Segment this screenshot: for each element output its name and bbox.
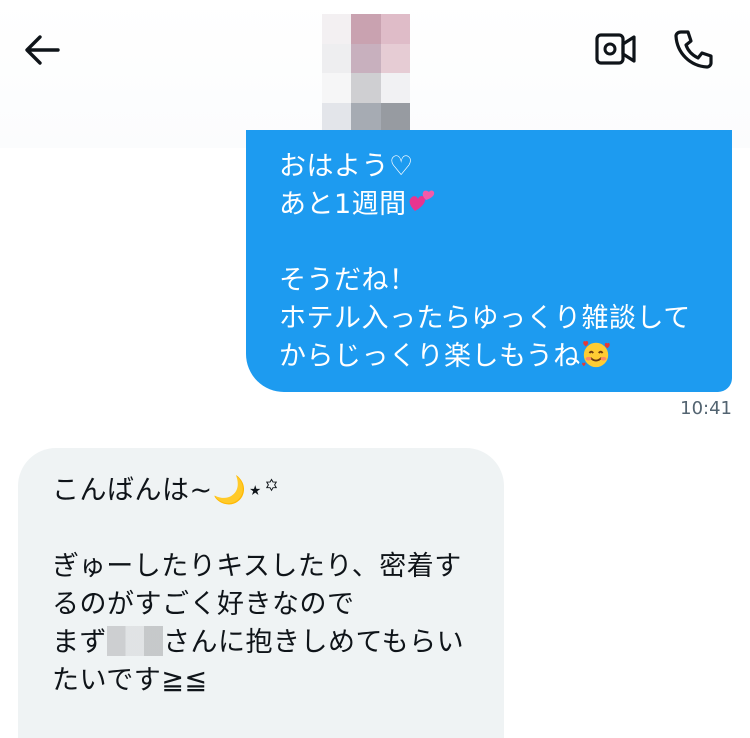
avatar-pixel xyxy=(351,102,381,132)
message-line: まず さんに抱きしめてもらい xyxy=(52,626,465,658)
avatar-pixel xyxy=(380,43,410,73)
smiling-face-with-hearts-icon xyxy=(581,341,610,368)
message-line: あと1週間 xyxy=(279,186,708,224)
avatar-pixel xyxy=(351,43,381,73)
outgoing-message-bubble[interactable]: おはよう♡ あと1週間 そうだね！ ホテル入ったらゆっくり雑談してからじっくり楽しも… xyxy=(246,130,732,392)
avatar-pixel xyxy=(380,73,410,103)
video-call-button[interactable] xyxy=(588,24,644,74)
message-line: こんばんは~🌙⋆꙳ xyxy=(52,475,280,506)
phone-icon xyxy=(674,30,713,69)
avatar-pixel xyxy=(322,102,352,132)
two-hearts-icon xyxy=(409,190,434,211)
message-line: おはよう♡ xyxy=(279,151,414,182)
video-camera-icon xyxy=(595,33,636,65)
avatar-pixel xyxy=(380,14,410,44)
message-line xyxy=(279,224,708,262)
message-line: ホテル入ったらゆっくり雑談して xyxy=(279,303,691,334)
contact-avatar[interactable] xyxy=(322,14,410,132)
voice-call-button[interactable] xyxy=(666,22,720,76)
avatar-pixel xyxy=(322,43,352,73)
message-line: ぎゅーしたりキスしたり、密着す xyxy=(52,551,462,582)
message-line: たいです≧≦ xyxy=(52,665,208,696)
avatar-pixel xyxy=(380,102,410,132)
message-timestamp: 10:41 xyxy=(680,398,732,419)
message-line: るのがすごく好きなので xyxy=(52,589,355,620)
censored-name xyxy=(107,626,163,656)
avatar-pixel xyxy=(322,14,352,44)
conversation-header xyxy=(0,0,750,148)
avatar-pixel xyxy=(351,14,381,44)
message-line: そうだね！ xyxy=(279,265,417,296)
message-line: からじっくり楽しもうね xyxy=(279,338,708,376)
back-button[interactable] xyxy=(18,26,66,74)
arrow-left-icon xyxy=(25,35,60,65)
incoming-message-bubble[interactable]: こんばんは~🌙⋆꙳ ぎゅーしたりキスしたり、密着す るのがすごく好きなのでまず さん… xyxy=(18,448,504,738)
avatar-pixel xyxy=(351,73,381,103)
avatar-pixel xyxy=(322,73,352,103)
message-line xyxy=(52,510,484,548)
